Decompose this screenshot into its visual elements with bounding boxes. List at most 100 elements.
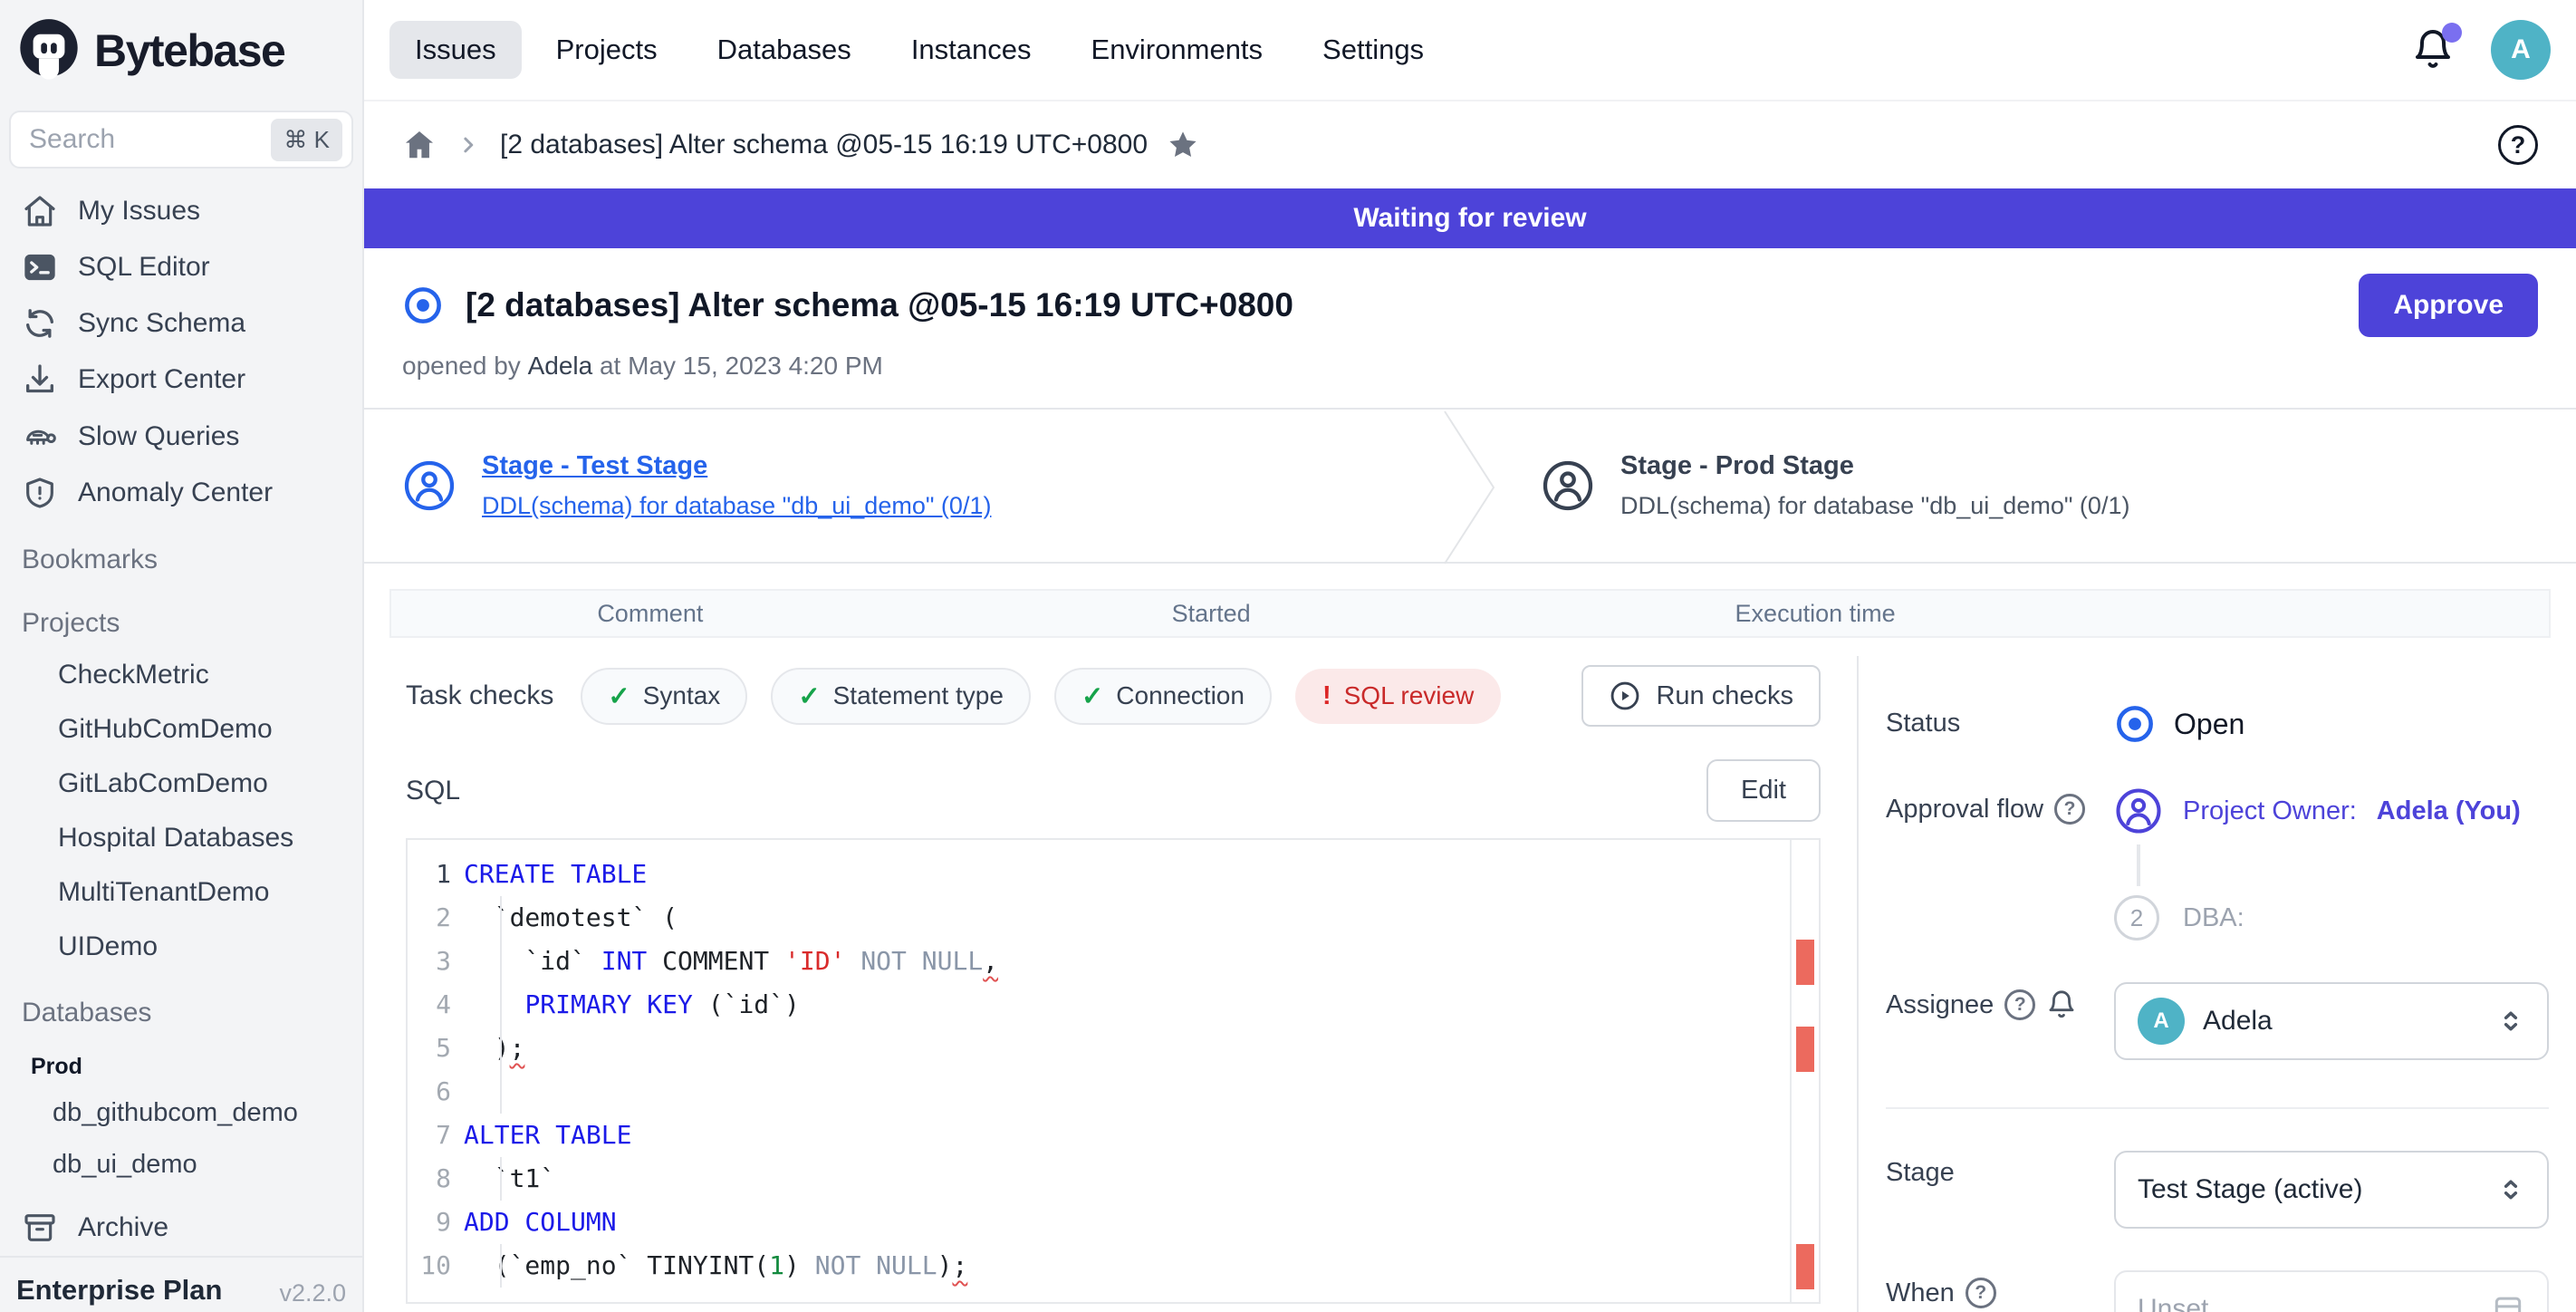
sidebar-database-item[interactable]: db_ui_demo (0, 1139, 362, 1191)
download-icon (22, 362, 58, 398)
code-line: 1CREATE TABLE (408, 853, 1819, 896)
sidebar-item-anomaly-center[interactable]: Anomaly Center (0, 465, 362, 521)
code-line: 8 `t1` (408, 1157, 1819, 1201)
sidebar-item-sql-editor[interactable]: SQL Editor (0, 239, 362, 295)
help-icon[interactable] (2498, 125, 2538, 165)
breadcrumb-home-icon[interactable] (402, 128, 437, 162)
terminal-icon (22, 249, 58, 285)
tab-databases[interactable]: Databases (692, 21, 877, 79)
task-checks-row: Task checks ✓ Syntax ✓ Statement type ✓ … (406, 665, 1821, 727)
sidebar-project-item[interactable]: UIDemo (0, 920, 362, 974)
check-fail-icon: ! (1322, 681, 1331, 711)
line-number: 3 (408, 940, 464, 983)
issue-title: [2 databases] Alter schema @05-15 16:19 … (466, 286, 1293, 324)
assignee-help-icon[interactable] (2004, 989, 2035, 1020)
tab-environments[interactable]: Environments (1066, 21, 1289, 79)
task-checks-label: Task checks (406, 680, 553, 711)
code-text: ALTER TABLE (464, 1114, 631, 1157)
bookmark-star-icon[interactable] (1166, 128, 1200, 162)
code-text: (`emp_no` TINYINT(1) NOT NULL); (464, 1244, 967, 1288)
search-box[interactable]: ⌘ K (9, 111, 353, 169)
check-sql-review[interactable]: ! SQL review (1295, 669, 1501, 724)
stage-prod[interactable]: Stage - Prod Stage DDL(schema) for datab… (1503, 410, 2576, 562)
issue-meta: opened by Adela at May 15, 2023 4:20 PM (364, 344, 2576, 408)
tab-issues[interactable]: Issues (389, 21, 522, 79)
archive-icon (22, 1210, 58, 1246)
edit-sql-button[interactable]: Edit (1706, 759, 1821, 822)
check-connection[interactable]: ✓ Connection (1054, 668, 1272, 725)
sidebar-section-projects[interactable]: Projects (0, 584, 362, 648)
assignee-value: Adela (2203, 1006, 2273, 1037)
stage-task-link[interactable]: DDL(schema) for database "db_ui_demo" (0… (482, 492, 991, 520)
sync-icon (22, 305, 58, 342)
stage-separator (1437, 410, 1503, 562)
when-help-icon[interactable] (1966, 1278, 1996, 1308)
line-number: 5 (408, 1027, 464, 1070)
sidebar-project-item[interactable]: Hospital Databases (0, 811, 362, 865)
approve-button[interactable]: Approve (2359, 274, 2538, 337)
code-line: 4 PRIMARY KEY (`id`) (408, 983, 1819, 1027)
sidebar-item-my-issues[interactable]: My Issues (0, 183, 362, 239)
sidebar-item-sync-schema[interactable]: Sync Schema (0, 295, 362, 352)
sidebar-item-archive[interactable]: Archive (0, 1200, 362, 1256)
stage-select[interactable]: Test Stage (active) (2114, 1151, 2549, 1229)
search-shortcut: ⌘ K (271, 119, 342, 161)
assignee-select[interactable]: A Adela (2114, 982, 2549, 1060)
top-navigation: Issues Projects Databases Instances Envi… (364, 0, 2576, 101)
assignee-label: Assignee (1886, 990, 1994, 1020)
sidebar-project-item[interactable]: GitLabComDemo (0, 757, 362, 811)
sql-label: SQL (406, 776, 460, 806)
sidebar-item-slow-queries[interactable]: Slow Queries (0, 409, 362, 465)
approval-step1-role: Project Owner: (2183, 796, 2357, 826)
approval-step2-role: DBA: (2183, 903, 2244, 933)
stage-label: Stage (1886, 1151, 2114, 1188)
approval-step1-user[interactable]: Adela (You) (2377, 796, 2521, 826)
notifications-bell-icon[interactable] (2411, 28, 2455, 72)
search-input[interactable] (29, 124, 271, 155)
indent-guide (500, 1027, 502, 1070)
approval-step2-number: 2 (2114, 895, 2159, 941)
issue-open-icon (402, 285, 444, 326)
sidebar-database-item[interactable]: db_githubcom_demo (0, 1087, 362, 1139)
line-number: 10 (408, 1244, 464, 1288)
issue-author[interactable]: Adela (528, 352, 593, 380)
assignee-bell-icon[interactable] (2046, 989, 2077, 1020)
stage-title[interactable]: Stage - Test Stage (482, 451, 991, 481)
sidebar-item-export-center[interactable]: Export Center (0, 352, 362, 408)
tab-settings[interactable]: Settings (1297, 21, 1449, 79)
tab-instances[interactable]: Instances (886, 21, 1057, 79)
sidebar-env-prod: Prod (0, 1037, 362, 1087)
sql-editor[interactable]: 1CREATE TABLE2 `demotest` (3 `id` INT CO… (406, 838, 1821, 1304)
line-number: 9 (408, 1201, 464, 1244)
brand-logo[interactable]: Bytebase (0, 0, 362, 101)
run-checks-button[interactable]: Run checks (1581, 665, 1821, 727)
sidebar-item-label: Sync Schema (78, 308, 245, 339)
column-comment: Comment (391, 600, 909, 628)
stage-task[interactable]: DDL(schema) for database "db_ui_demo" (0… (1620, 492, 2129, 520)
issue-side-panel: Status Open Approval flow Project Owner:… (1857, 656, 2576, 1312)
line-number: 7 (408, 1114, 464, 1157)
sidebar-project-item[interactable]: GitHubComDemo (0, 702, 362, 757)
when-input[interactable] (2138, 1294, 2491, 1312)
user-avatar[interactable]: A (2491, 20, 2551, 80)
approval-help-icon[interactable] (2054, 794, 2085, 825)
check-syntax[interactable]: ✓ Syntax (581, 668, 747, 725)
sidebar-item-label: My Issues (78, 196, 200, 227)
breadcrumb-chevron-icon (455, 131, 482, 159)
tab-projects[interactable]: Projects (531, 21, 683, 79)
sidebar-item-label: SQL Editor (78, 252, 210, 283)
check-pass-icon: ✓ (1081, 680, 1103, 712)
sidebar-project-item[interactable]: MultiTenantDemo (0, 865, 362, 920)
check-statement-type[interactable]: ✓ Statement type (771, 668, 1031, 725)
bytebase-logo-icon (14, 16, 83, 85)
sidebar-section-databases[interactable]: Databases (0, 974, 362, 1037)
when-datetime-picker[interactable] (2114, 1270, 2549, 1312)
indent-guide (500, 1244, 502, 1288)
assignee-avatar: A (2138, 998, 2185, 1045)
code-line: 3 `id` INT COMMENT 'ID' NOT NULL, (408, 940, 1819, 983)
sidebar-project-item[interactable]: CheckMetric (0, 648, 362, 702)
sidebar-section-bookmarks[interactable]: Bookmarks (0, 521, 362, 584)
line-number: 4 (408, 983, 464, 1027)
stage-test[interactable]: Stage - Test Stage DDL(schema) for datab… (364, 410, 1437, 562)
check-label: Connection (1116, 681, 1245, 710)
